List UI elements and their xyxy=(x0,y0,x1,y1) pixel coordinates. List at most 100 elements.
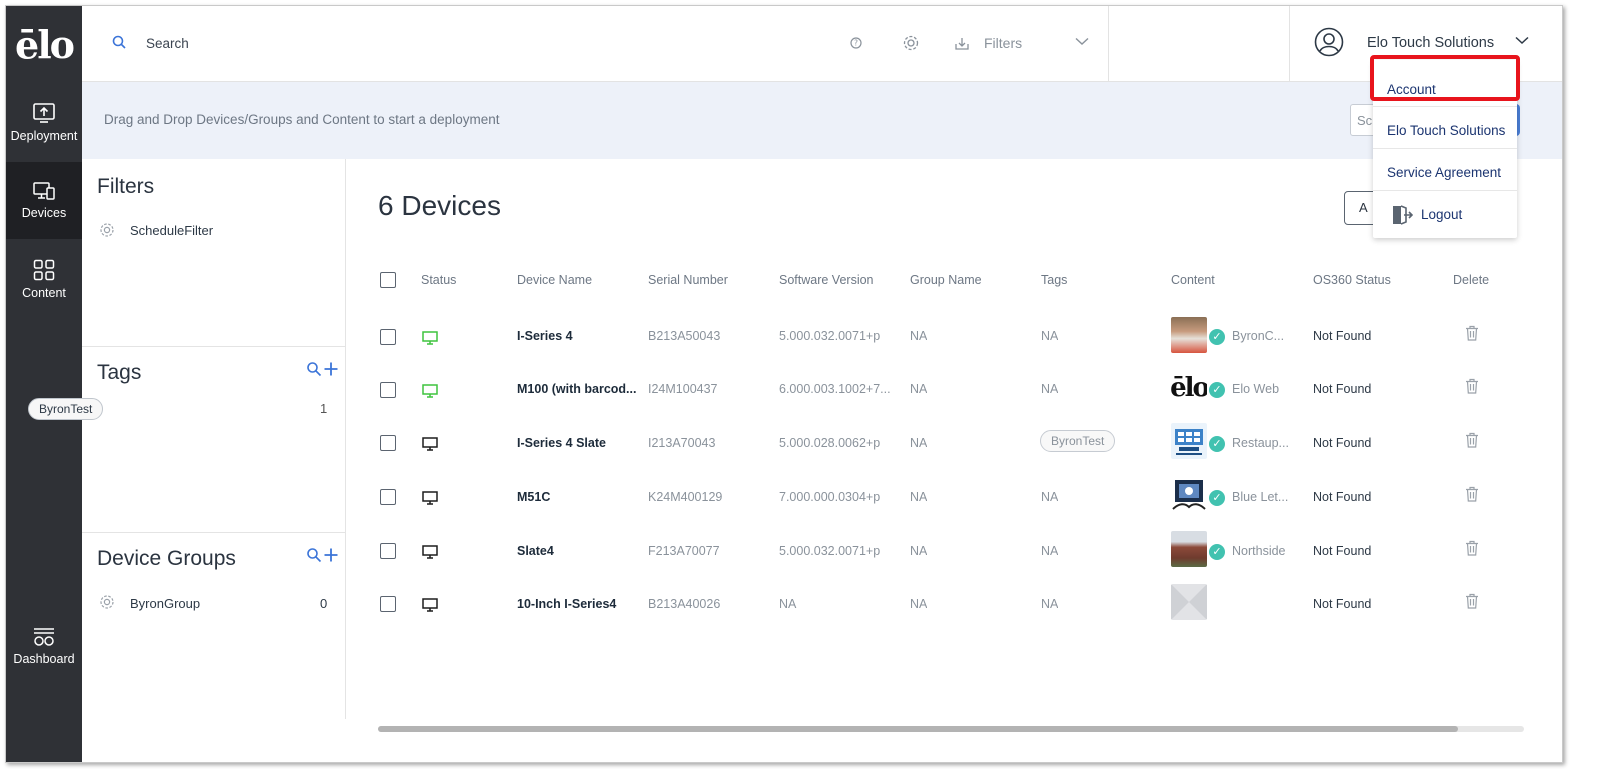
avatar-icon[interactable] xyxy=(1314,27,1344,57)
row-checkbox[interactable] xyxy=(380,489,396,505)
logout-label: Logout xyxy=(1421,207,1463,222)
trash-icon[interactable] xyxy=(1465,540,1479,556)
row-checkbox[interactable] xyxy=(380,543,396,559)
col-group-name[interactable]: Group Name xyxy=(910,273,982,287)
tags-value: NA xyxy=(1041,490,1059,504)
nav-dashboard-label: Dashboard xyxy=(13,651,75,666)
row-checkbox[interactable] xyxy=(380,382,396,398)
device-name[interactable]: M100 (with barcod... xyxy=(517,382,637,396)
scrollbar-thumb[interactable] xyxy=(378,726,1458,732)
row-checkbox[interactable] xyxy=(380,329,396,345)
trash-icon[interactable] xyxy=(1465,378,1479,394)
col-serial-number[interactable]: Serial Number xyxy=(648,273,728,287)
device-name[interactable]: I-Series 4 xyxy=(517,329,637,343)
add-icon[interactable] xyxy=(323,547,339,563)
os360-status: Not Found xyxy=(1313,544,1372,558)
col-tags[interactable]: Tags xyxy=(1041,273,1067,287)
tags-value: NA xyxy=(1041,597,1059,611)
col-software-version[interactable]: Software Version xyxy=(779,273,874,287)
check-icon: ✓ xyxy=(1209,544,1225,560)
filter-download-icon[interactable] xyxy=(955,36,969,50)
device-name[interactable]: 10-Inch I-Series4 xyxy=(517,597,637,611)
row-checkbox[interactable] xyxy=(380,435,396,451)
device-name[interactable]: I-Series 4 Slate xyxy=(517,436,637,450)
filters-title: Filters xyxy=(97,175,155,198)
content-name: Elo Web xyxy=(1232,382,1280,396)
search-icon[interactable] xyxy=(306,547,322,563)
elo-logo: ēlo xyxy=(15,21,75,67)
group-name: NA xyxy=(910,490,928,504)
nav-dashboard[interactable]: Dashboard xyxy=(6,616,82,676)
banner-instruction: Drag and Drop Devices/Groups and Content… xyxy=(104,112,500,127)
device-groups-panel: Device Groups ByronGroup 0 xyxy=(82,532,345,722)
device-groups-title: Device Groups xyxy=(97,547,236,570)
add-icon[interactable] xyxy=(323,361,339,377)
search-icon[interactable] xyxy=(112,35,126,49)
content-name: Restaup... xyxy=(1232,436,1289,450)
os360-status: Not Found xyxy=(1313,490,1372,504)
chevron-down-icon[interactable] xyxy=(1075,37,1089,46)
software-version: 7.000.000.0304+p xyxy=(779,490,881,504)
os360-status: Not Found xyxy=(1313,597,1372,611)
monitor-online-icon xyxy=(422,384,438,398)
trash-icon[interactable] xyxy=(1465,432,1479,448)
os360-status: Not Found xyxy=(1313,436,1372,450)
filters-dropdown-label[interactable]: Filters xyxy=(984,35,1022,51)
filters-panel: Filters ScheduleFilter xyxy=(82,159,345,346)
top-bar: Search ? Filters Elo Touch Solutions xyxy=(82,6,1562,82)
search-icon[interactable] xyxy=(306,361,322,377)
tag-pill[interactable]: ByronTest xyxy=(1040,430,1116,452)
row-checkbox[interactable] xyxy=(380,596,396,612)
topbar-divider xyxy=(1289,6,1290,82)
elo-logo-thumbnail: ēlo xyxy=(1171,370,1207,406)
os360-status: Not Found xyxy=(1313,329,1372,343)
chevron-down-icon[interactable] xyxy=(1515,36,1529,45)
device-name[interactable]: M51C xyxy=(517,490,637,504)
serial-number: K24M400129 xyxy=(648,490,723,504)
groups-actions xyxy=(306,547,339,563)
nav-devices[interactable]: Devices xyxy=(6,162,82,239)
check-icon: ✓ xyxy=(1209,490,1225,506)
menu-item-elo-touch-solutions[interactable]: Elo Touch Solutions xyxy=(1373,123,1517,138)
tag-count: 1 xyxy=(320,401,328,416)
panel-divider xyxy=(345,159,346,719)
monitor-offline-icon xyxy=(422,598,438,612)
svg-text:?: ? xyxy=(854,39,858,48)
user-name[interactable]: Elo Touch Solutions xyxy=(1367,35,1494,51)
tag-pill[interactable]: ByronTest xyxy=(28,398,104,420)
menu-item-logout[interactable]: Logout xyxy=(1373,199,1517,231)
menu-item-service-agreement[interactable]: Service Agreement xyxy=(1373,165,1517,180)
help-icon[interactable]: ? xyxy=(850,37,862,49)
software-version: 6.000.003.1002+7... xyxy=(779,382,891,396)
horizontal-scrollbar[interactable] xyxy=(378,726,1524,732)
highlight-annotation xyxy=(1370,55,1520,101)
trash-icon[interactable] xyxy=(1465,593,1479,609)
col-delete: Delete xyxy=(1453,273,1490,287)
nav-deployment[interactable]: Deployment xyxy=(6,82,82,162)
content-thumbnail xyxy=(1171,531,1207,567)
trash-icon[interactable] xyxy=(1465,325,1479,341)
search-input[interactable]: Search xyxy=(146,36,189,51)
trash-icon[interactable] xyxy=(1465,486,1479,502)
device-name[interactable]: Slate4 xyxy=(517,544,637,558)
menu-divider xyxy=(1373,190,1517,191)
group-name: NA xyxy=(910,329,928,343)
gear-icon[interactable] xyxy=(902,34,920,52)
nav-content[interactable]: Content xyxy=(6,244,82,314)
content-name: Northside xyxy=(1232,544,1286,558)
col-device-name[interactable]: Device Name xyxy=(517,273,592,287)
col-os360-status[interactable]: OS360 Status xyxy=(1313,273,1391,287)
tags-value: NA xyxy=(1041,382,1059,396)
software-version: NA xyxy=(779,597,797,611)
monitor-offline-icon xyxy=(422,545,438,559)
select-all-checkbox[interactable] xyxy=(380,272,396,288)
filter-item[interactable]: ScheduleFilter xyxy=(130,223,213,238)
col-content[interactable]: Content xyxy=(1171,273,1215,287)
os360-status: Not Found xyxy=(1313,382,1372,396)
group-name: NA xyxy=(910,544,928,558)
left-nav: ēlo Deployment Devices Content Dashboard xyxy=(6,6,82,762)
col-status[interactable]: Status xyxy=(421,273,456,287)
group-name: NA xyxy=(910,436,928,450)
tags-actions xyxy=(306,361,339,377)
group-item[interactable]: ByronGroup xyxy=(130,596,200,611)
